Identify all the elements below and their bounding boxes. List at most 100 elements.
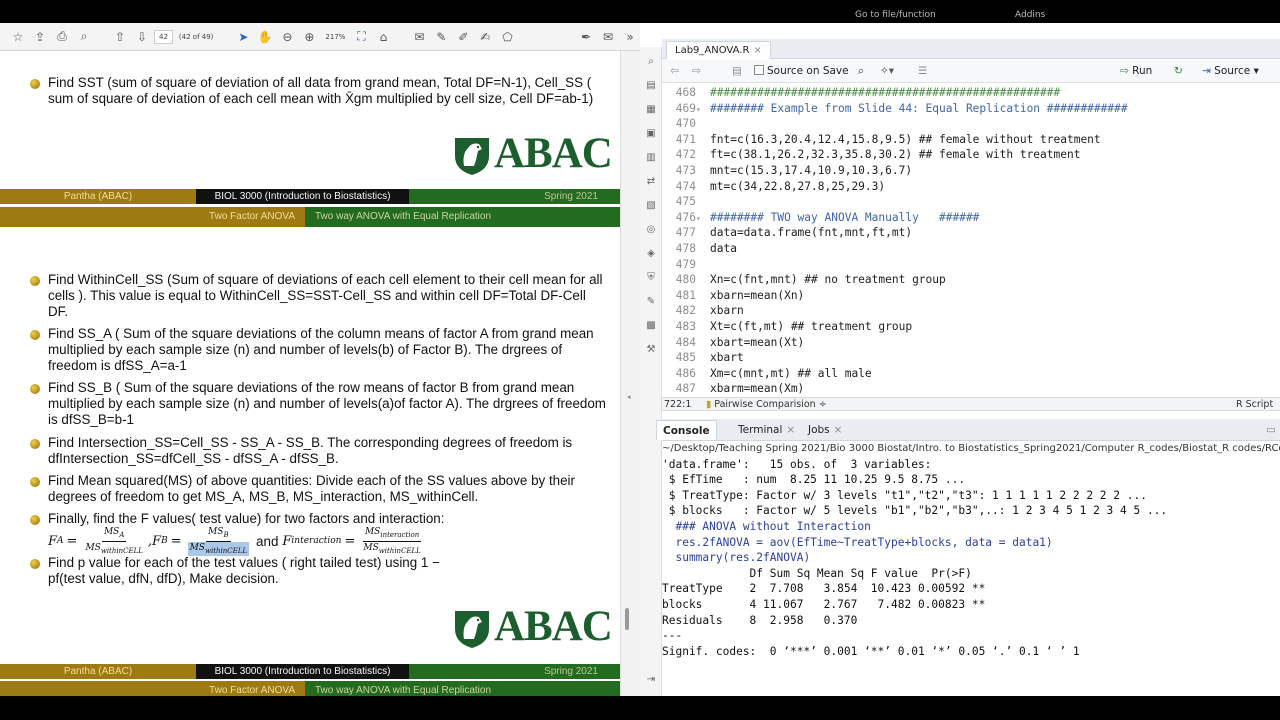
translate-icon[interactable]: ⇄ xyxy=(644,175,658,189)
minimize-icon[interactable]: ▭ xyxy=(1260,420,1280,440)
sign-icon[interactable]: ✒ xyxy=(576,27,596,47)
search-icon[interactable]: ⌕ xyxy=(74,27,94,47)
working-directory-path[interactable]: ~/Desktop/Teaching Spring 2021/Bio 3000 … xyxy=(662,441,1280,457)
section-title[interactable]: Two Factor ANOVA xyxy=(0,207,305,227)
source-button[interactable]: ⇥ Source ▾ xyxy=(1202,65,1259,77)
rstudio-window: ⌕ ▤ ▦ ▣ ▥ ⇄ ▧ ◎ ◈ ⛨ ✎ ▩ ⚒ ⇥ Lab9_ANOVA.R… xyxy=(640,23,1280,696)
star-icon[interactable]: ☆ xyxy=(8,27,28,47)
fit-page-icon[interactable]: ⛶ xyxy=(351,27,371,47)
tab-console[interactable]: Console xyxy=(656,420,717,440)
table-icon[interactable]: ▦ xyxy=(644,103,658,117)
list-icon[interactable]: ☰ xyxy=(918,65,927,77)
save-icon[interactable]: ▤ xyxy=(732,65,742,77)
scrollbar-thumb[interactable] xyxy=(625,608,629,630)
code-line[interactable]: 470 xyxy=(662,116,710,132)
close-icon[interactable]: × xyxy=(786,424,795,436)
code-line[interactable]: 483 Xt=c(ft,mt) ## treatment group xyxy=(662,319,912,335)
stamp-icon[interactable]: ⌂ xyxy=(373,27,393,47)
code-line[interactable]: 484 xbart=mean(Xt) xyxy=(662,335,805,351)
subsection-title[interactable]: Two way ANOVA with Equal Replication xyxy=(305,207,620,227)
footer-course: BIOL 3000 (Introduction to Biostatistics… xyxy=(196,664,409,679)
tab-jobs[interactable]: Jobs × xyxy=(802,420,848,440)
page-down-icon[interactable]: ⇩ xyxy=(132,27,152,47)
cursor-icon[interactable]: ➤ xyxy=(233,27,253,47)
globe-icon[interactable]: ◎ xyxy=(644,223,658,237)
edit-icon[interactable]: ✍ xyxy=(475,27,495,47)
fold-icon[interactable]: ▾ xyxy=(696,211,704,227)
upload-icon[interactable]: ⇪ xyxy=(30,27,50,47)
zoom-in-icon[interactable]: ⊕ xyxy=(299,27,319,47)
file-type[interactable]: R Script xyxy=(1236,398,1273,411)
console-line: TreatType 2 7.708 3.854 10.423 0.00592 *… xyxy=(662,582,986,596)
shapes-icon[interactable]: ⬠ xyxy=(497,27,517,47)
fold-icon[interactable]: ▾ xyxy=(696,102,704,118)
code-line[interactable]: 482 xbarn xyxy=(662,303,744,319)
code-line[interactable]: 480 Xn=c(fnt,mnt) ## no treatment group xyxy=(662,272,946,288)
code-line[interactable]: 471 fnt=c(16.3,20.4,12.4,15.8,9.5) ## fem… xyxy=(662,132,1101,148)
close-icon[interactable]: × xyxy=(834,424,843,436)
goto-file-fragment[interactable]: Go to file/function xyxy=(855,10,936,20)
console-output[interactable]: str(data1)'data.frame': 15 obs. of 3 var… xyxy=(662,457,1280,696)
pencil-icon[interactable]: ✎ xyxy=(644,295,658,309)
tools-icon[interactable]: ⚒ xyxy=(644,343,658,357)
print-icon[interactable]: ⎙ xyxy=(52,27,72,47)
zoom-level[interactable]: 217% xyxy=(321,33,349,41)
pen-icon[interactable]: ✎ xyxy=(431,27,451,47)
code-editor[interactable]: 468 #####################################… xyxy=(662,83,1280,397)
hand-icon[interactable]: ✋ xyxy=(255,27,275,47)
tag-icon[interactable]: ◈ xyxy=(644,247,658,261)
zoom-out-icon[interactable]: ⊖ xyxy=(277,27,297,47)
shield-icon[interactable]: ⛨ xyxy=(644,271,658,285)
stallion-icon xyxy=(455,138,489,175)
subsection-title[interactable]: Two way ANOVA with Equal Replication xyxy=(305,681,620,696)
file-icon[interactable]: ▤ xyxy=(644,79,658,93)
highlighter-icon[interactable]: ✐ xyxy=(453,27,473,47)
code-line[interactable]: 479 xyxy=(662,257,710,273)
wand-icon[interactable]: ✧▾ xyxy=(880,65,894,77)
zoom-icon[interactable]: ⌕ xyxy=(644,55,658,69)
code-line[interactable]: 472 ft=c(38.1,26.2,32.3,35.8,30.2) ## fem… xyxy=(662,147,1081,163)
stallion-icon xyxy=(455,611,489,648)
code-line[interactable]: 468 #####################################… xyxy=(662,85,1060,101)
tab-lab9-anova[interactable]: Lab9_ANOVA.R × xyxy=(666,41,771,59)
find-icon[interactable]: ⌕ xyxy=(858,65,864,78)
expand-icon[interactable]: ⇥ xyxy=(644,673,658,687)
forward-icon[interactable]: ⇨ xyxy=(692,65,701,77)
code-line[interactable]: 469▾ ######## Example from Slide 44: Equa… xyxy=(662,101,1128,117)
folder-icon[interactable]: ▧ xyxy=(644,199,658,213)
code-line[interactable]: 477 data=data.frame(fnt,mnt,ft,mt) xyxy=(662,225,912,241)
console-line: $ EfTime : num 8.25 11 10.25 9.5 8.75 ..… xyxy=(662,473,966,487)
code-line[interactable]: 475 xyxy=(662,194,710,210)
code-line[interactable]: 486 Xm=c(mnt,mt) ## all male xyxy=(662,366,872,382)
code-line[interactable]: 481 xbarn=mean(Xn) xyxy=(662,288,805,304)
rerun-icon[interactable]: ↻ xyxy=(1174,65,1183,77)
code-line[interactable]: 487 xbarm=mean(Xm) xyxy=(662,381,805,397)
top-letterbox: Go to file/function Addins xyxy=(0,0,1280,23)
code-line[interactable]: 478 data xyxy=(662,241,737,257)
code-line[interactable]: 485 xbart xyxy=(662,350,744,366)
lock-icon[interactable]: ▩ xyxy=(644,319,658,333)
line-number: 484 xyxy=(675,335,696,349)
collapse-arrow-icon[interactable]: ◂ xyxy=(627,393,631,401)
addins-fragment[interactable]: Addins xyxy=(1015,10,1045,20)
code-line[interactable]: 476▾ ######## TWO way ANOVA Manually ####… xyxy=(662,210,980,227)
section-navigator[interactable]: ▮ Pairwise Comparision ÷ xyxy=(706,398,827,411)
source-on-save-checkbox[interactable]: Source on Save xyxy=(754,65,849,77)
page-up-icon[interactable]: ⇧ xyxy=(110,27,130,47)
note-icon[interactable]: ▥ xyxy=(644,151,658,165)
mail-icon[interactable]: ✉ xyxy=(598,27,618,47)
more-icon[interactable]: » xyxy=(620,27,640,47)
run-button[interactable]: ⇨ Run xyxy=(1120,65,1152,77)
section-title[interactable]: Two Factor ANOVA xyxy=(0,681,305,696)
doc-icon[interactable]: ▣ xyxy=(644,127,658,141)
close-icon[interactable]: × xyxy=(753,45,761,56)
comment-icon[interactable]: ✉ xyxy=(409,27,429,47)
slide2-bullet-7: Find p value for each of the test values… xyxy=(48,555,440,587)
back-arrow-icon[interactable]: ⇦ xyxy=(670,65,679,77)
code-line[interactable]: 474 mt=c(34,22.8,27.8,25,29.3) xyxy=(662,179,885,195)
tab-terminal[interactable]: Terminal × xyxy=(732,420,801,440)
pdf-scrollbar[interactable]: ◂ xyxy=(620,51,640,696)
code-line[interactable]: 473 mnt=c(15.3,17.4,10.9,10.3,6.7) xyxy=(662,163,912,179)
abac-logo: ABAC xyxy=(452,131,616,177)
page-number-input[interactable]: 42 xyxy=(154,29,173,44)
